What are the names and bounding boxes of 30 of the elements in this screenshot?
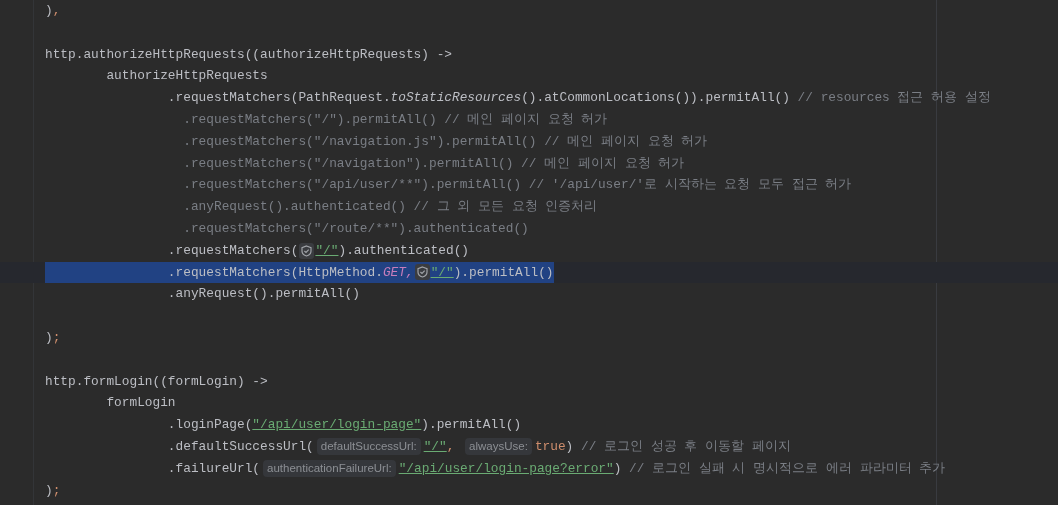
code-line: http.authorizeHttpRequests((authorizeHttpRequests) -> [45,45,452,64]
code-line: formLogin [105,394,176,413]
code-line: .loginPage("/api/user/login-page").permitAll() [166,416,522,435]
code-line: .anyRequest().authenticated() // 그 외 모든 요청 인증처리 [182,198,598,217]
parameter-hint: authenticationFailureUrl: [263,460,396,478]
parameter-hint: alwaysUse: [465,438,532,456]
code-text: "/").permitAll() [430,263,554,282]
code-text: "/", [423,437,456,456]
code-text: "/api/user/login-page?error") // 로그인 실패 시 명시적으로 에러 파라미터 추가 [398,459,946,478]
code-line: .requestMatchers("/").permitAll() // 메인 페이지 요청 허가 [182,111,608,129]
code-line: .requestMatchers("/route/**").authenticated() [182,219,529,238]
code-text: .requestMatchers( [166,241,299,260]
code-text: .defaultSuccessUrl( [166,437,314,456]
code-text: .failureUrl( [166,459,261,478]
code-line: .anyRequest().permitAll() [166,285,360,304]
code-text: .requestMatchers(HttpMethod.GET, [166,263,414,282]
code-line: .requestMatchers("/api/user/**").permitAll() // '/api/user/'로 시작하는 요청 모두 접근 허가 [182,176,852,195]
code-text: true) // 로그인 성공 후 이동할 페이지 [534,437,791,456]
code-line: .requestMatchers("/navigation").permitAll() // 메인 페이지 요청 허가 [182,154,685,173]
shield-icon[interactable] [299,242,315,259]
code-line: http.formLogin((formLogin) -> [45,372,268,391]
parameter-hint: defaultSuccessUrl: [316,438,421,456]
code-line: ); [45,481,61,500]
code-line: authorizeHttpRequests [105,67,268,86]
code-line: ); [45,328,61,347]
shield-icon[interactable] [414,264,430,281]
code-line: .requestMatchers("/navigation.js").permitAll() // 메인 페이지 요청 허가 [182,132,708,151]
code-text: "/").authenticated() [315,241,470,260]
code-line: .requestMatchers(PathRequest.toStaticResources().atCommonLocations()).permitAll() // resources 접근 허용 설정 [166,89,991,108]
code-line: ), [45,2,61,20]
